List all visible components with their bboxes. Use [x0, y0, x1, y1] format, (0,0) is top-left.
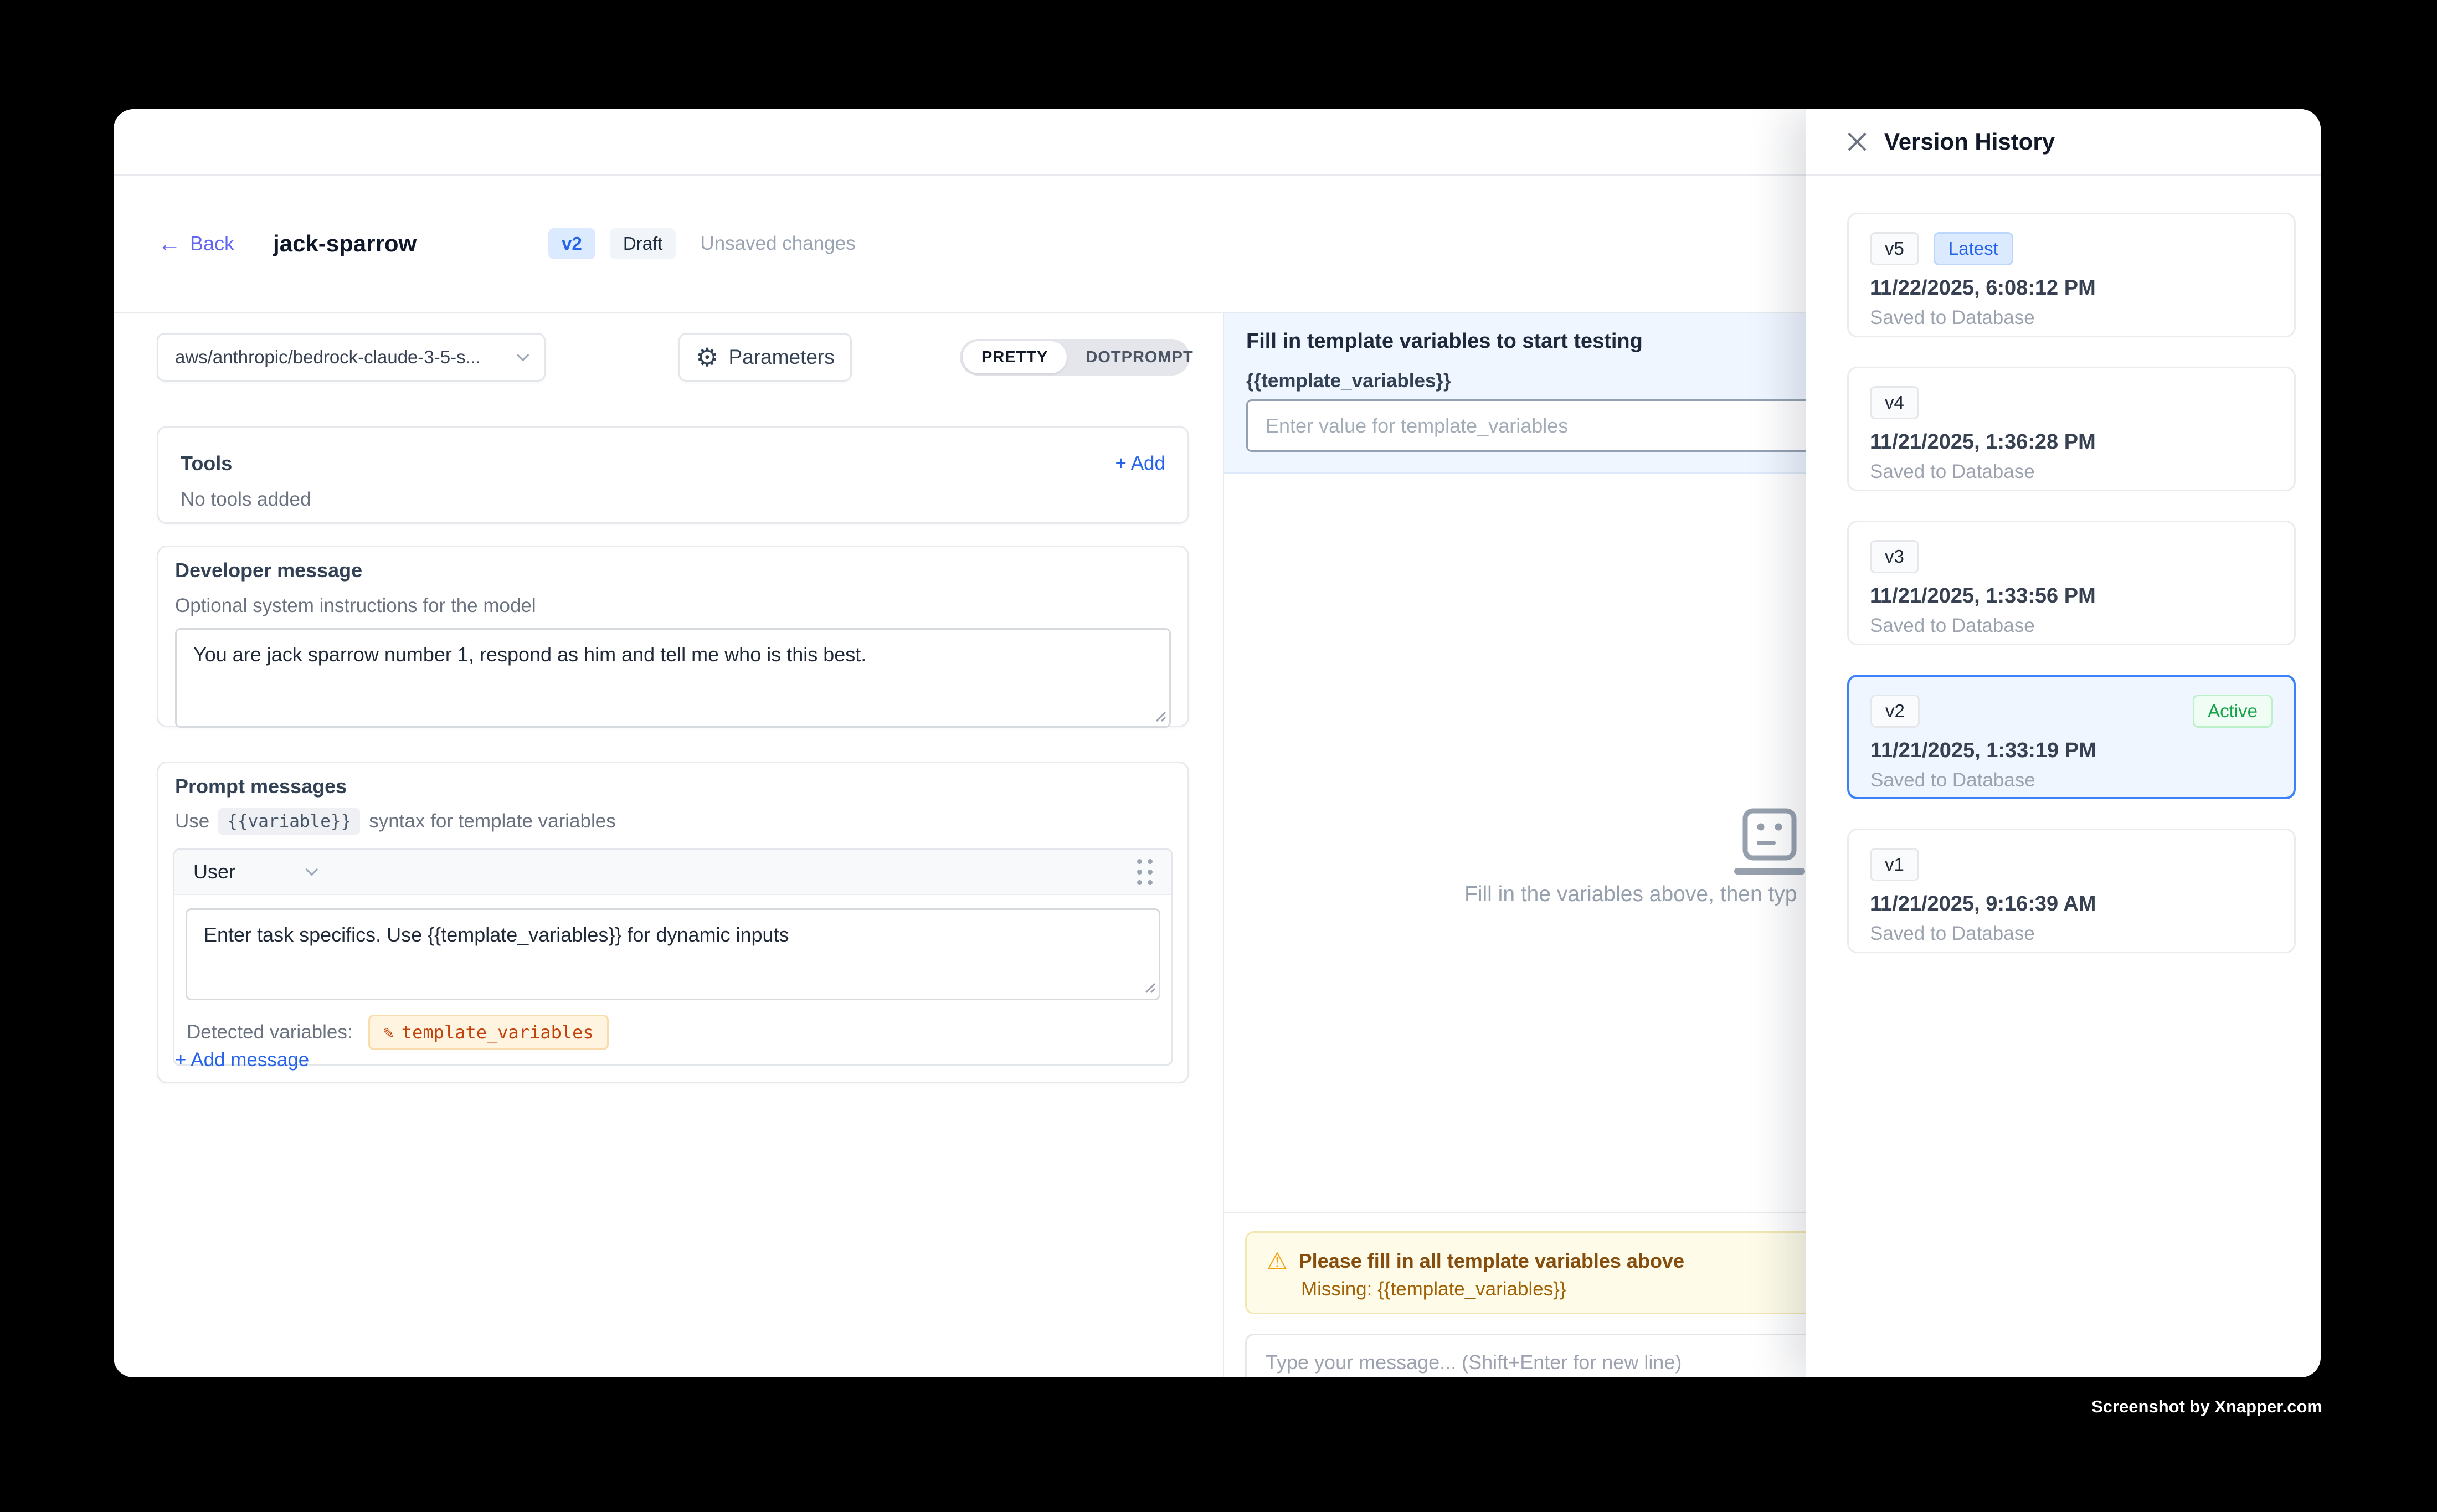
status-badge: Draft	[610, 228, 676, 259]
bot-face-icon	[1722, 808, 1817, 883]
detected-variables-row: Detected variables: ✎ template_variables	[174, 1000, 1171, 1064]
model-selector-value: aws/anthropic/bedrock-claude-3-5-s...	[175, 347, 481, 368]
hint-prefix: Use	[175, 810, 209, 832]
version-number-badge: v3	[1870, 540, 1919, 573]
version-card-v4[interactable]: v4 11/21/2025, 1:36:28 PM Saved to Datab…	[1847, 367, 2296, 491]
gear-icon: ⚙	[696, 344, 718, 370]
chat-empty-state-text: Fill in the variables above, then typ	[1464, 882, 1797, 907]
version-card-v3[interactable]: v3 11/21/2025, 1:33:56 PM Saved to Datab…	[1847, 521, 2296, 645]
developer-message-card: Developer message Optional system instru…	[157, 546, 1189, 727]
version-number-badge: v5	[1870, 232, 1919, 265]
role-value: User	[193, 860, 235, 883]
version-status: Saved to Database	[1870, 615, 2273, 637]
tools-card: Tools + Add No tools added	[157, 426, 1189, 524]
close-icon[interactable]	[1844, 129, 1870, 155]
version-timestamp: 11/21/2025, 1:36:28 PM	[1870, 430, 2273, 454]
active-badge: Active	[2193, 695, 2273, 728]
toggle-option-dotprompt[interactable]: DOTPROMPT	[1067, 341, 1212, 373]
tools-title: Tools	[181, 452, 232, 475]
version-card-v2-active[interactable]: v2 Active 11/21/2025, 1:33:19 PM Saved t…	[1847, 675, 2296, 799]
toggle-option-pretty[interactable]: PRETTY	[963, 341, 1067, 373]
prompt-messages-card: Prompt messages Use {{variable}} syntax …	[157, 762, 1189, 1083]
back-label: Back	[190, 232, 234, 255]
template-syntax-hint: Use {{variable}} syntax for template var…	[175, 808, 1173, 835]
parameters-label: Parameters	[729, 346, 835, 369]
resize-handle-icon[interactable]	[1142, 979, 1156, 994]
version-badge: v2	[548, 228, 595, 259]
warning-title: Please fill in all template variables ab…	[1299, 1249, 1684, 1273]
version-history-title: Version History	[1884, 128, 2055, 155]
version-history-drawer: Version History v5 Latest 11/22/2025, 6:…	[1806, 109, 2321, 1377]
version-number-badge: v2	[1870, 695, 1920, 728]
parameters-button[interactable]: ⚙ Parameters	[678, 333, 852, 382]
version-timestamp: 11/21/2025, 9:16:39 AM	[1870, 892, 2273, 916]
developer-message-subtitle: Optional system instructions for the mod…	[175, 595, 1171, 617]
version-status: Saved to Database	[1870, 307, 2273, 329]
prompt-message-block: User Enter task specifics. Use {{templat…	[173, 848, 1173, 1066]
unsaved-changes-text: Unsaved changes	[700, 233, 855, 255]
variable-syntax-chip: {{variable}}	[218, 808, 360, 835]
version-timestamp: 11/21/2025, 1:33:19 PM	[1870, 739, 2273, 763]
developer-message-input[interactable]: You are jack sparrow number 1, respond a…	[175, 628, 1171, 728]
back-button[interactable]: ← Back	[158, 232, 234, 255]
version-number-badge: v4	[1870, 386, 1919, 419]
message-role-header: User	[174, 850, 1171, 895]
version-status: Saved to Database	[1870, 769, 2273, 791]
version-timestamp: 11/22/2025, 6:08:12 PM	[1870, 276, 2273, 300]
prompt-messages-title: Prompt messages	[175, 775, 1173, 798]
hint-suffix: syntax for template variables	[369, 810, 615, 832]
back-arrow-icon: ←	[158, 232, 181, 255]
version-status: Saved to Database	[1870, 923, 2273, 945]
chevron-down-icon	[306, 863, 318, 876]
warning-triangle-icon: ⚠	[1267, 1249, 1288, 1273]
page-title: jack-sparrow	[273, 230, 417, 257]
version-card-v5[interactable]: v5 Latest 11/22/2025, 6:08:12 PM Saved t…	[1847, 213, 2296, 337]
app-window: ← Back jack-sparrow v2 Draft Unsaved cha…	[114, 109, 2321, 1377]
drag-handle-icon[interactable]	[1137, 859, 1153, 885]
view-mode-toggle[interactable]: PRETTY DOTPROMPT	[960, 339, 1190, 376]
model-selector[interactable]: aws/anthropic/bedrock-claude-3-5-s...	[157, 333, 546, 382]
chevron-down-icon	[517, 349, 529, 362]
version-number-badge: v1	[1870, 848, 1919, 881]
resize-handle-icon[interactable]	[1152, 708, 1166, 722]
version-history-header: Version History	[1806, 109, 2321, 176]
pencil-icon: ✎	[383, 1022, 394, 1043]
role-dropdown[interactable]: User	[193, 860, 316, 883]
detected-variable-chip[interactable]: ✎ template_variables	[368, 1015, 609, 1050]
add-tool-button[interactable]: + Add	[1115, 452, 1165, 475]
latest-badge: Latest	[1934, 232, 2013, 265]
detected-variable-name: template_variables	[402, 1022, 594, 1043]
detected-variables-label: Detected variables:	[187, 1021, 353, 1043]
tools-empty-text: No tools added	[181, 488, 1165, 511]
version-timestamp: 11/21/2025, 1:33:56 PM	[1870, 584, 2273, 608]
prompt-message-input[interactable]: Enter task specifics. Use {{template_var…	[186, 908, 1160, 1000]
version-card-v1[interactable]: v1 11/21/2025, 9:16:39 AM Saved to Datab…	[1847, 829, 2296, 953]
watermark-text: Screenshot by Xnapper.com	[2091, 1397, 2322, 1417]
add-message-button[interactable]: + Add message	[175, 1049, 309, 1071]
version-status: Saved to Database	[1870, 461, 2273, 483]
developer-message-title: Developer message	[175, 559, 1171, 582]
